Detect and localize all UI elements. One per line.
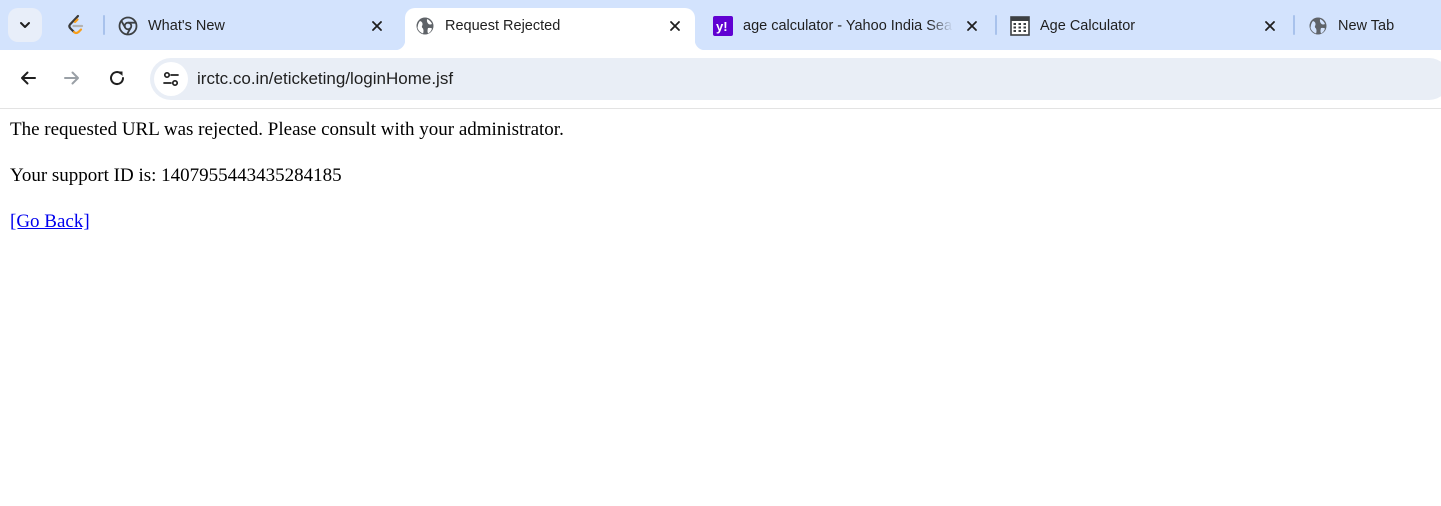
tab-title: Request Rejected	[445, 18, 561, 34]
chevron-down-icon	[20, 22, 30, 28]
tab-close-button[interactable]	[1260, 16, 1280, 36]
tab-strip: What's New Request Rejected y! age calcu…	[0, 0, 1441, 50]
arrow-left-icon	[21, 71, 36, 85]
tab-age-calculator[interactable]: Age Calculator	[1000, 8, 1290, 50]
yahoo-icon: y!	[713, 16, 733, 36]
reload-button[interactable]	[100, 61, 134, 95]
reload-icon	[110, 71, 125, 86]
support-id-text: Your support ID is: 1407955443435284185	[10, 165, 342, 186]
calculator-icon	[1010, 16, 1030, 36]
forward-button[interactable]	[55, 61, 89, 95]
close-icon	[1265, 21, 1275, 31]
close-icon	[670, 21, 680, 31]
tab-separator	[995, 15, 997, 35]
tab-title: Age Calculator	[1040, 18, 1136, 34]
tab-yahoo-search[interactable]: y! age calculator - Yahoo India Sea	[703, 8, 993, 50]
tab-title-fade	[929, 17, 953, 37]
go-back-line: [Go Back]	[10, 210, 90, 234]
tab-title: age calculator - Yahoo India Sea	[743, 18, 953, 34]
leetcode-icon	[68, 14, 84, 35]
go-back-link[interactable]: [Go Back]	[10, 211, 90, 232]
url-text[interactable]: irctc.co.in/eticketing/loginHome.jsf	[197, 69, 453, 89]
tab-title: New Tab	[1338, 18, 1395, 34]
browser-toolbar: irctc.co.in/eticketing/loginHome.jsf	[0, 50, 1441, 109]
chrome-icon	[118, 16, 138, 36]
close-icon	[372, 21, 382, 31]
tab-separator	[1293, 15, 1295, 35]
tab-separator	[103, 15, 105, 35]
tab-close-button[interactable]	[367, 16, 387, 36]
tab-search-button[interactable]	[8, 8, 42, 42]
site-info-button[interactable]	[154, 62, 188, 96]
globe-icon	[1309, 17, 1327, 35]
close-icon	[967, 21, 977, 31]
svg-text:y!: y!	[716, 19, 728, 34]
back-button[interactable]	[11, 61, 45, 95]
tab-title: What's New	[148, 18, 225, 34]
rejection-message: The requested URL was rejected. Please c…	[10, 119, 564, 140]
address-bar[interactable]: irctc.co.in/eticketing/loginHome.jsf	[150, 58, 1441, 100]
globe-icon	[416, 17, 434, 35]
tune-icon	[163, 71, 179, 87]
tab-request-rejected[interactable]: Request Rejected	[395, 8, 705, 50]
tab-whats-new[interactable]: What's New	[108, 8, 398, 50]
pinned-tab-leetcode[interactable]	[56, 8, 96, 42]
tab-close-button[interactable]	[665, 16, 685, 36]
tab-new-tab[interactable]: New Tab	[1298, 8, 1441, 50]
arrow-right-icon	[64, 71, 79, 85]
tab-close-button[interactable]	[962, 16, 982, 36]
